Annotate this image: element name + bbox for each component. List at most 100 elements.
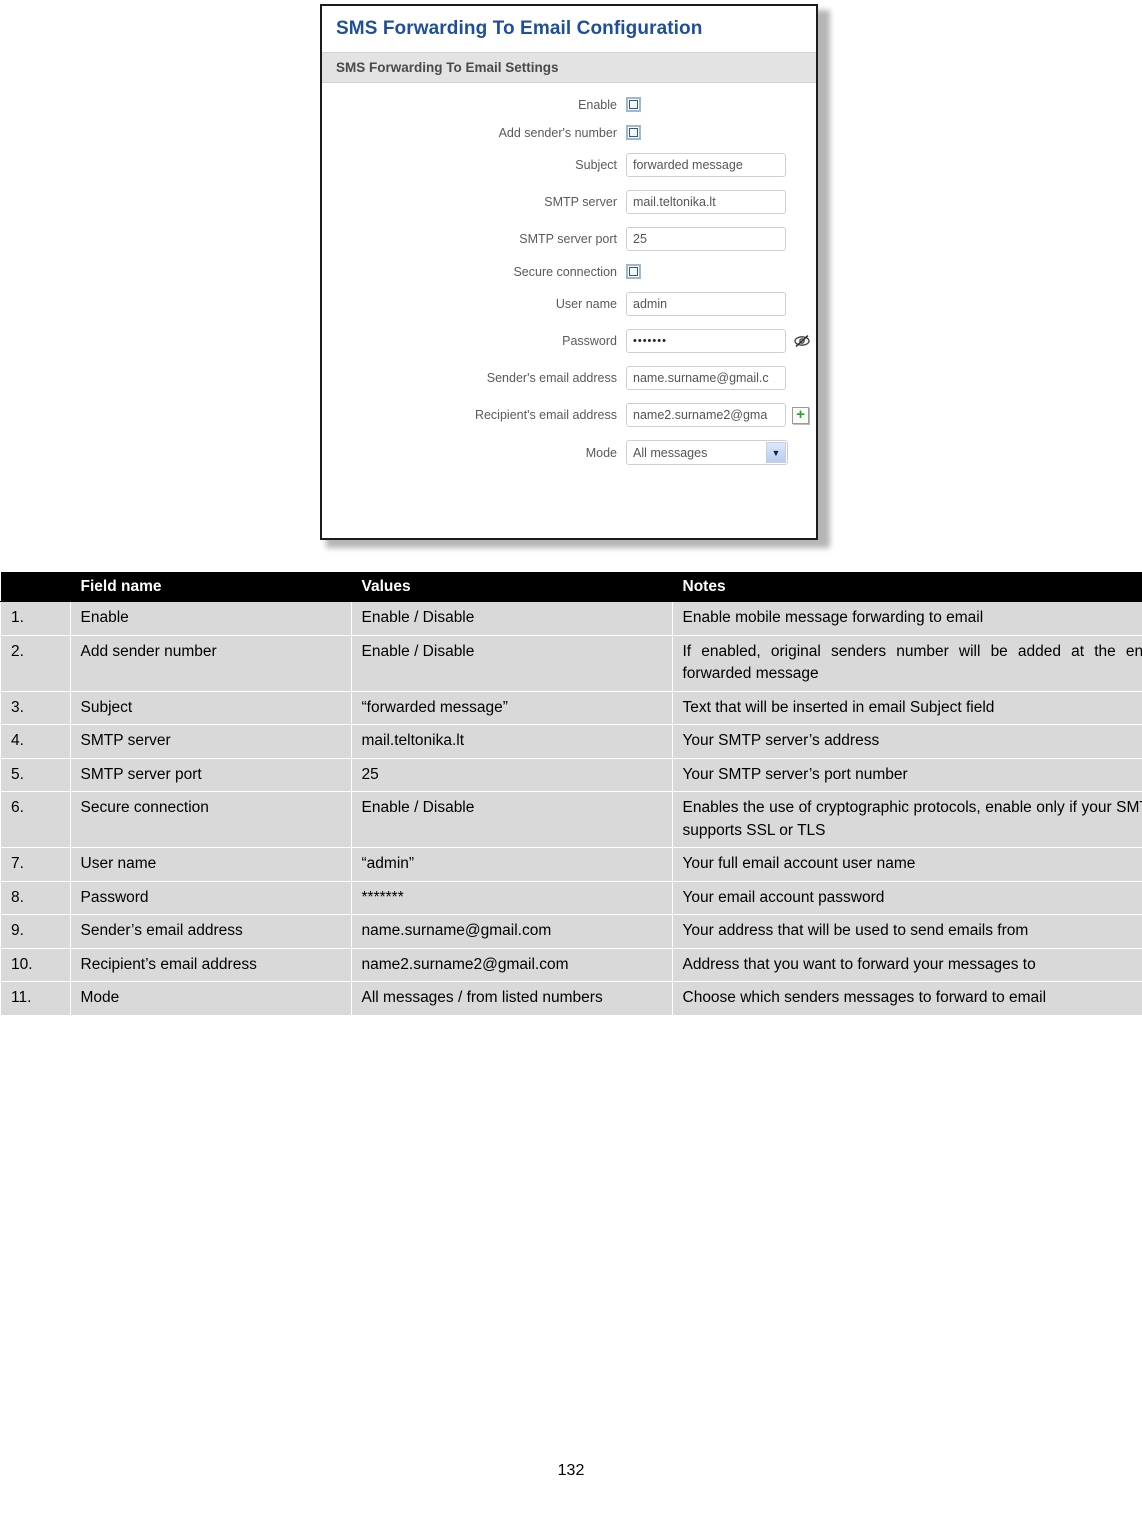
label-recipient-email: Recipient's email address (474, 408, 617, 422)
cell-notes: Your SMTP server’s address (671, 724, 1142, 759)
control-subject: forwarded message (626, 153, 786, 177)
column-header-field-name: Field name (69, 571, 352, 603)
cell-notes: Enable mobile message forwarding to emai… (671, 601, 1142, 636)
form-row-sender-email: Sender's email address name.surname@gmai… (322, 366, 816, 390)
table-row: 7. User name “admin” Your full email acc… (0, 847, 1142, 882)
label-secure-connection: Secure connection (513, 264, 617, 279)
cell-values: name.surname@gmail.com (350, 914, 673, 949)
cell-number: 11. (0, 981, 71, 1016)
cell-notes: Text that will be inserted in email Subj… (671, 690, 1142, 726)
label-subject: Subject (575, 158, 617, 172)
label-sender-email: Sender's email address (486, 371, 617, 385)
password-masked-value: ••••••• (633, 335, 667, 347)
smtp-server-port-input[interactable]: 25 (626, 227, 786, 251)
table-row: 1. Enable Enable / Disable Enable mobile… (0, 601, 1142, 636)
cell-number: 8. (0, 880, 71, 916)
label-password: Password (562, 334, 617, 348)
control-enable (626, 97, 641, 112)
smtp-server-input[interactable]: mail.teltonika.lt (626, 190, 786, 214)
cell-number: 9. (0, 914, 71, 949)
chevron-down-icon[interactable]: ▼ (766, 442, 786, 463)
table-row: 10. Recipient’s email address name2.surn… (0, 947, 1142, 983)
cell-notes: Address that you want to forward your me… (671, 947, 1142, 983)
config-window: SMS Forwarding To Email Configuration SM… (320, 4, 818, 540)
cell-values: “admin” (350, 847, 673, 882)
table-header: Field name Values Notes (0, 571, 1142, 603)
cell-field-name: Sender’s email address (69, 914, 352, 949)
cell-number: 1. (0, 601, 71, 636)
cell-number: 5. (0, 757, 71, 793)
cell-field-name: Enable (69, 601, 352, 636)
table-row: 6. Secure connection Enable / Disable En… (0, 791, 1142, 849)
label-enable: Enable (578, 97, 617, 112)
settings-form: Enable Add sender's number Subject forwa… (322, 83, 816, 465)
cell-number: 2. (0, 634, 71, 692)
table-header-row: Field name Values Notes (0, 571, 1142, 603)
table-row: 8. Password ******* Your email account p… (0, 880, 1142, 916)
column-header-notes: Notes (671, 571, 1142, 603)
control-password: ••••••• (626, 329, 811, 353)
plus-add-icon[interactable]: + (792, 406, 809, 424)
control-recipient-email: name2.surname2@gma + (626, 403, 809, 427)
enable-checkbox[interactable] (626, 97, 641, 112)
password-input[interactable]: ••••••• (626, 329, 786, 353)
cell-notes: Choose which senders messages to forward… (671, 981, 1142, 1016)
cell-values: Enable / Disable (350, 601, 673, 636)
control-mode: All messages ▼ (626, 440, 788, 465)
label-smtp-server: SMTP server (544, 195, 617, 209)
cell-notes: If enabled, original senders number will… (671, 634, 1142, 692)
cell-values: Enable / Disable (350, 791, 673, 849)
secure-connection-checkbox[interactable] (626, 264, 641, 279)
mode-select[interactable]: All messages ▼ (626, 440, 788, 465)
cell-values: 25 (350, 757, 673, 793)
cell-field-name: SMTP server (69, 724, 352, 759)
cell-values: Enable / Disable (350, 634, 673, 692)
table-body: 1. Enable Enable / Disable Enable mobile… (0, 601, 1142, 1016)
control-smtp-server-port: 25 (626, 227, 786, 251)
table-row: 9. Sender’s email address name.surname@g… (0, 914, 1142, 949)
label-mode: Mode (585, 445, 617, 460)
cell-field-name: User name (69, 847, 352, 882)
cell-number: 3. (0, 690, 71, 726)
eye-slash-icon[interactable] (793, 332, 811, 350)
cell-number: 10. (0, 947, 71, 983)
cell-values: “forwarded message” (350, 690, 673, 726)
plus-glyph: + (796, 406, 805, 423)
cell-field-name: Add sender number (69, 634, 352, 692)
cell-number: 4. (0, 724, 71, 759)
cell-notes: Your SMTP server’s port number (671, 757, 1142, 793)
cell-notes: Your email account password (671, 880, 1142, 916)
sender-email-input[interactable]: name.surname@gmail.c (626, 366, 786, 390)
label-smtp-server-port: SMTP server port (519, 232, 617, 246)
cell-notes: Enables the use of cryptographic protoco… (671, 791, 1142, 849)
section-header: SMS Forwarding To Email Settings (322, 52, 816, 83)
router-config-screenshot: SMS Forwarding To Email Configuration SM… (320, 4, 830, 548)
cell-number: 7. (0, 847, 71, 882)
label-add-sender-number: Add sender's number (498, 125, 617, 140)
label-user-name: User name (555, 297, 617, 311)
page-number: 132 (557, 1462, 585, 1479)
control-add-sender-number (626, 125, 641, 140)
table-row: 5. SMTP server port 25 Your SMTP server’… (0, 757, 1142, 793)
cell-number: 6. (0, 791, 71, 849)
table-row: 2. Add sender number Enable / Disable If… (0, 634, 1142, 692)
recipient-email-input[interactable]: name2.surname2@gma (626, 403, 786, 427)
form-row-recipient-email: Recipient's email address name2.surname2… (322, 403, 816, 427)
table-row: 3. Subject “forwarded message” Text that… (0, 690, 1142, 726)
cell-values: All messages / from listed numbers (350, 981, 673, 1016)
table-row: 4. SMTP server mail.teltonika.lt Your SM… (0, 724, 1142, 759)
mode-select-value: All messages (633, 445, 708, 460)
control-secure-connection (626, 264, 641, 279)
cell-field-name: Subject (69, 690, 352, 726)
add-sender-number-checkbox[interactable] (626, 125, 641, 140)
cell-field-name: Recipient’s email address (69, 947, 352, 983)
table-row: 11. Mode All messages / from listed numb… (0, 981, 1142, 1016)
form-row-mode: Mode All messages ▼ (322, 440, 816, 465)
field-reference-table: Field name Values Notes 1. Enable Enable… (0, 571, 1142, 1016)
subject-input[interactable]: forwarded message (626, 153, 786, 177)
cell-field-name: Secure connection (69, 791, 352, 849)
form-row-secure-connection: Secure connection (322, 264, 816, 279)
control-user-name: admin (626, 292, 786, 316)
form-row-password: Password ••••••• (322, 329, 816, 353)
user-name-input[interactable]: admin (626, 292, 786, 316)
